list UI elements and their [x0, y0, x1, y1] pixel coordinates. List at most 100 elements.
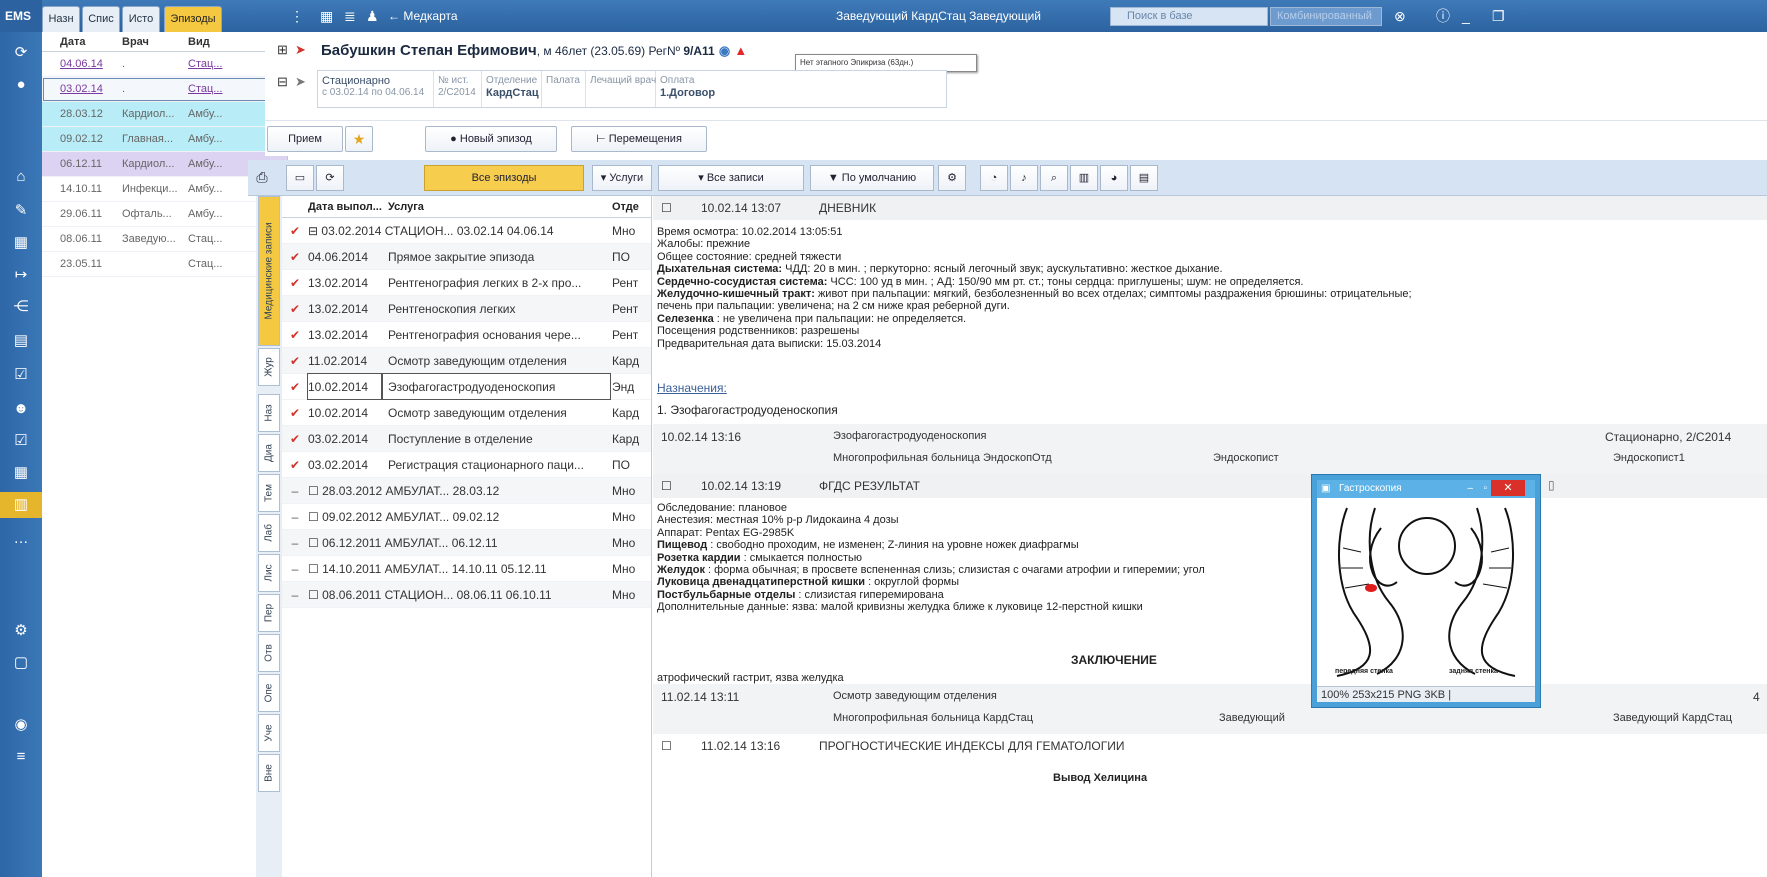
episode-group-row[interactable]: – ☐ 08.06.2011 СТАЦИОН... 08.06.11 06.10.… — [282, 582, 651, 608]
expand-icon[interactable]: ⊞ — [277, 42, 288, 58]
episode-row[interactable]: 08.06.11 Заведую... Стац... — [42, 227, 287, 252]
col-service[interactable]: Услуга — [382, 196, 610, 217]
tab-medical-records[interactable]: Медицинские записи — [258, 196, 280, 346]
episode-row-selected[interactable]: 03.02.14. Стац... — [42, 77, 287, 102]
episode-row[interactable]: 09.02.12 Главная... Амбу... — [42, 127, 287, 152]
edit-icon[interactable]: ✎ — [0, 198, 42, 224]
col-exec-date[interactable]: Дата выпол... — [308, 196, 382, 217]
reload-icon[interactable]: ⟳ — [316, 165, 344, 191]
episode-group-row[interactable]: – ☐ 09.02.2012 АМБУЛАТ... 09.02.12 Мно — [282, 504, 651, 530]
service-row[interactable]: ✔ 04.06.2014 Прямое закрытие эпизода ПО — [282, 244, 651, 270]
sound-icon[interactable]: ♪ — [1010, 165, 1038, 191]
tab-journal[interactable]: Жур — [258, 348, 280, 386]
check-icon[interactable]: ☑ — [0, 362, 42, 388]
pie-chart-icon[interactable]: ◕ — [1100, 165, 1128, 191]
col-department[interactable]: Отде — [610, 196, 650, 217]
search-mode-select[interactable]: Комбинированный — [1270, 7, 1382, 26]
person-icon[interactable]: ♟ — [366, 0, 379, 32]
users-icon[interactable]: ☻ — [0, 396, 42, 422]
calendar-icon[interactable]: ▤ — [0, 328, 42, 354]
transfer-icon[interactable]: ↦ — [0, 262, 42, 288]
warning-icon[interactable]: ▲ — [734, 43, 747, 58]
maximize-icon[interactable]: ▫ — [1483, 480, 1487, 498]
info-icon[interactable]: ⓘ — [1436, 0, 1450, 32]
episode-group-row[interactable]: – ☐ 28.03.2012 АМБУЛАТ... 28.03.12 Мно — [282, 478, 651, 504]
tab-sheets[interactable]: Лис — [258, 554, 280, 592]
checklist-icon[interactable]: ☑ — [0, 428, 42, 454]
episode-group-row[interactable]: – ☐ 14.10.2011 АМБУЛАТ... 14.10.11 05.12.… — [282, 556, 651, 582]
col-date[interactable]: Дата — [42, 32, 120, 51]
chart-icon[interactable]: ▥ — [1070, 165, 1098, 191]
collapse-icon[interactable]: ⊟ — [277, 74, 288, 90]
refresh-icon[interactable]: ⟳ — [0, 40, 42, 66]
tab-prescriptions[interactable]: Наз — [258, 394, 280, 432]
col-doctor[interactable]: Врач — [120, 32, 186, 51]
record-attachment-icon[interactable]: ▯ — [1548, 478, 1555, 492]
grid-icon[interactable]: ▦ — [0, 230, 42, 256]
add-icon[interactable]: ● — [0, 72, 42, 98]
services-filter[interactable]: ▾ Услуги — [592, 165, 652, 191]
service-row[interactable]: ✔ 13.02.2014 Рентгенография основания чере… — [282, 322, 651, 348]
tab-accounting[interactable]: Уче — [258, 714, 280, 752]
help-icon[interactable]: ◉ — [719, 43, 730, 58]
image-viewer-window[interactable]: ▣ Гастроскопия – ▫ ✕ передняя стенка зад… — [1312, 475, 1540, 707]
tab-responses[interactable]: Отв — [258, 634, 280, 672]
record-header[interactable]: ☐ 11.02.14 13:16 ПРОГНОСТИЧЕСКИЕ ИНДЕКСЫ… — [653, 734, 1767, 758]
favorite-star-icon[interactable]: ★ — [345, 126, 373, 152]
gear-icon[interactable]: ⚙ — [938, 165, 966, 191]
grid-view-icon[interactable]: ▦ — [320, 0, 333, 32]
home-icon[interactable]: ⌂ — [0, 164, 42, 190]
tab-lists[interactable]: Спис — [82, 6, 120, 32]
episode-row[interactable]: 29.06.11 Офталь... Амбу... — [42, 202, 287, 227]
tab-diagnoses[interactable]: Диа — [258, 434, 280, 472]
tab-episodes[interactable]: Эпизоды — [164, 6, 222, 32]
sort-default-button[interactable]: ▼ По умолчанию — [810, 165, 934, 191]
service-record-block[interactable]: 10.02.14 13:16 Эзофагогастродуоденоскопи… — [653, 424, 1767, 474]
active-module-icon[interactable]: ▥ — [0, 492, 42, 518]
episode-row[interactable]: 04.06.14. Стац... — [42, 52, 287, 77]
service-record-block[interactable]: 11.02.14 13:11 Осмотр заведующим отделен… — [653, 684, 1767, 734]
list-view-icon[interactable]: ≣ — [344, 0, 356, 32]
power-icon[interactable]: ◉ — [0, 712, 42, 738]
hospitalization-card[interactable]: Стационарно с 03.02.14 по 04.06.14 № ист.… — [317, 70, 947, 108]
tab-temperature[interactable]: Тем — [258, 474, 280, 512]
service-row[interactable]: ✔ 03.02.2014 Поступление в отделение Кард — [282, 426, 651, 452]
episode-row[interactable]: 28.03.12 Кардиол... Амбу... — [42, 102, 287, 127]
tab-operations[interactable]: Опе — [258, 674, 280, 712]
prescriptions-label[interactable]: Назначения: — [657, 382, 727, 394]
folder-icon[interactable]: ▭ — [286, 165, 314, 191]
tab-external[interactable]: Вне — [258, 754, 280, 792]
record-header[interactable]: ☐ 10.02.14 13:19 ФГДС РЕЗУЛЬТАТ — [653, 474, 1767, 498]
print-icon[interactable]: ⎙ — [250, 165, 274, 191]
episode-group-row[interactable]: – ☐ 06.12.2011 АМБУЛАТ... 06.12.11 Мно — [282, 530, 651, 556]
tab-lab[interactable]: Лаб — [258, 514, 280, 552]
branch-icon[interactable]: ⋲ — [0, 294, 42, 320]
reception-button[interactable]: Прием — [267, 126, 343, 152]
service-row[interactable]: ✔ 03.02.2014 Регистрация стационарного пац… — [282, 452, 651, 478]
transfers-button[interactable]: ⊢ Перемещения — [571, 126, 707, 152]
clock-icon[interactable]: ◔ — [980, 165, 1008, 191]
service-row[interactable]: ✔ ⊟ 03.02.2014 СТАЦИОН... 03.02.14 04.06.… — [282, 218, 651, 244]
new-episode-button[interactable]: ● Новый эпизод — [425, 126, 557, 152]
minimize-icon[interactable]: _ — [1462, 0, 1470, 32]
record-checkbox[interactable]: ☐ — [661, 196, 672, 220]
menu-icon[interactable]: ≡ — [0, 744, 42, 770]
all-episodes-button[interactable]: Все эпизоды — [424, 165, 584, 191]
minimize-icon[interactable]: – — [1467, 480, 1473, 498]
all-records-filter[interactable]: ▾ Все записи — [658, 165, 804, 191]
service-row-selected[interactable]: ✔ 10.02.2014 Эзофагогастродуоденоскопия Энд — [282, 373, 651, 400]
tab-transfers[interactable]: Пер — [258, 594, 280, 632]
medcard-link[interactable]: ← Медкарта — [388, 0, 458, 32]
document-icon[interactable]: ▤ — [1130, 165, 1158, 191]
record-header[interactable]: ☐ 10.02.14 13:07 ДНЕВНИК — [653, 196, 1767, 220]
record-checkbox[interactable]: ☐ — [661, 474, 672, 498]
settings-icon[interactable]: ⚙ — [0, 618, 42, 644]
search-input[interactable]: Поиск в базе — [1110, 7, 1268, 26]
drag-handle-icon[interactable]: ⋮ — [290, 0, 304, 32]
restore-icon[interactable]: ❐ — [1492, 0, 1505, 32]
episode-row[interactable]: 23.05.11 Стац... — [42, 252, 287, 277]
col-type[interactable]: Вид — [186, 32, 230, 51]
service-row[interactable]: ✔ 10.02.2014 Осмотр заведующим отделения Ка… — [282, 400, 651, 426]
more-icon[interactable]: … — [0, 526, 42, 552]
tab-appointments[interactable]: Назн — [42, 6, 80, 32]
